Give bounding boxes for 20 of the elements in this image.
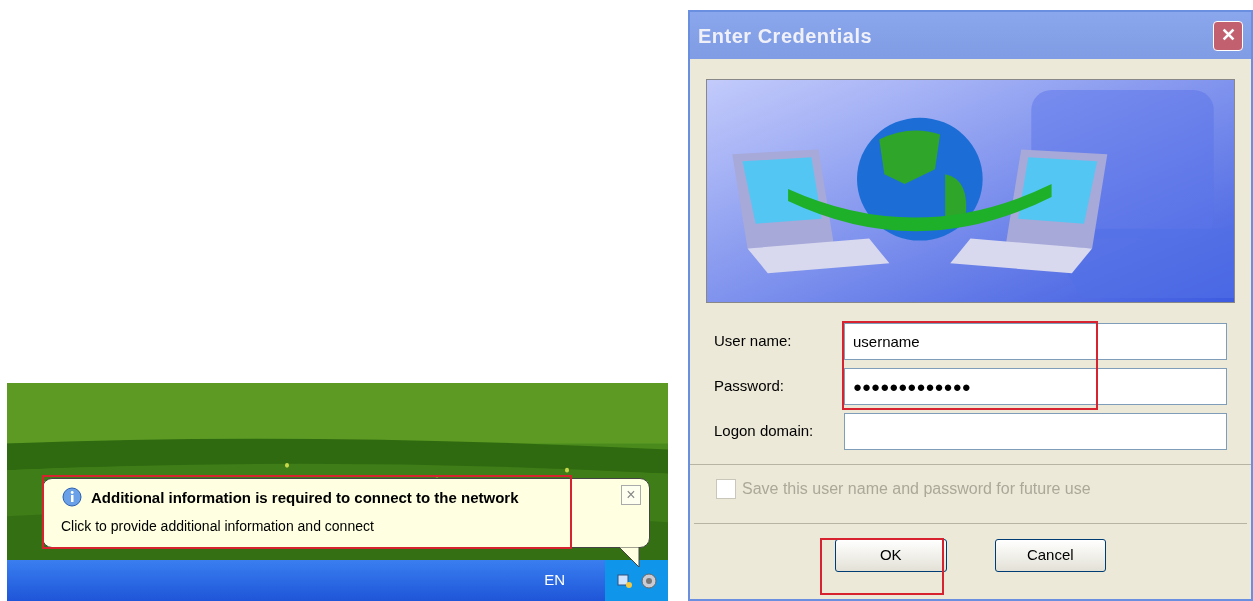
dialog-button[interactable]: OK: [835, 539, 947, 572]
speaker-icon[interactable]: [640, 572, 657, 589]
notification-balloon[interactable]: Additional information is required to connect to the network Click to provide additional information and connect ×: [42, 478, 650, 548]
field-label: Password:: [714, 376, 786, 397]
field-label: Logon domain:: [714, 421, 815, 442]
dialog-button[interactable]: Cancel: [994, 539, 1106, 572]
network-icon[interactable]: [616, 572, 633, 589]
balloon-message: Click to provide additional information and connect: [61, 516, 375, 536]
window-title: Enter Credentials: [698, 23, 873, 49]
close-button[interactable]: ×: [621, 485, 641, 505]
language-indicator[interactable]: EN: [544, 569, 565, 592]
input-field[interactable]: username: [844, 323, 1227, 360]
field-label: User name:: [714, 331, 793, 352]
input-field[interactable]: [844, 413, 1227, 450]
balloon-title: Additional information is required to connect to the network: [91, 488, 519, 508]
balloon-pointer: [619, 547, 643, 569]
close-button[interactable]: ✕: [1213, 20, 1243, 51]
input-field[interactable]: ●●●●●●●●●●●●●: [844, 368, 1227, 405]
info-icon: [61, 487, 83, 510]
checkbox-label: Save this user name and password for future use: [742, 479, 1091, 499]
